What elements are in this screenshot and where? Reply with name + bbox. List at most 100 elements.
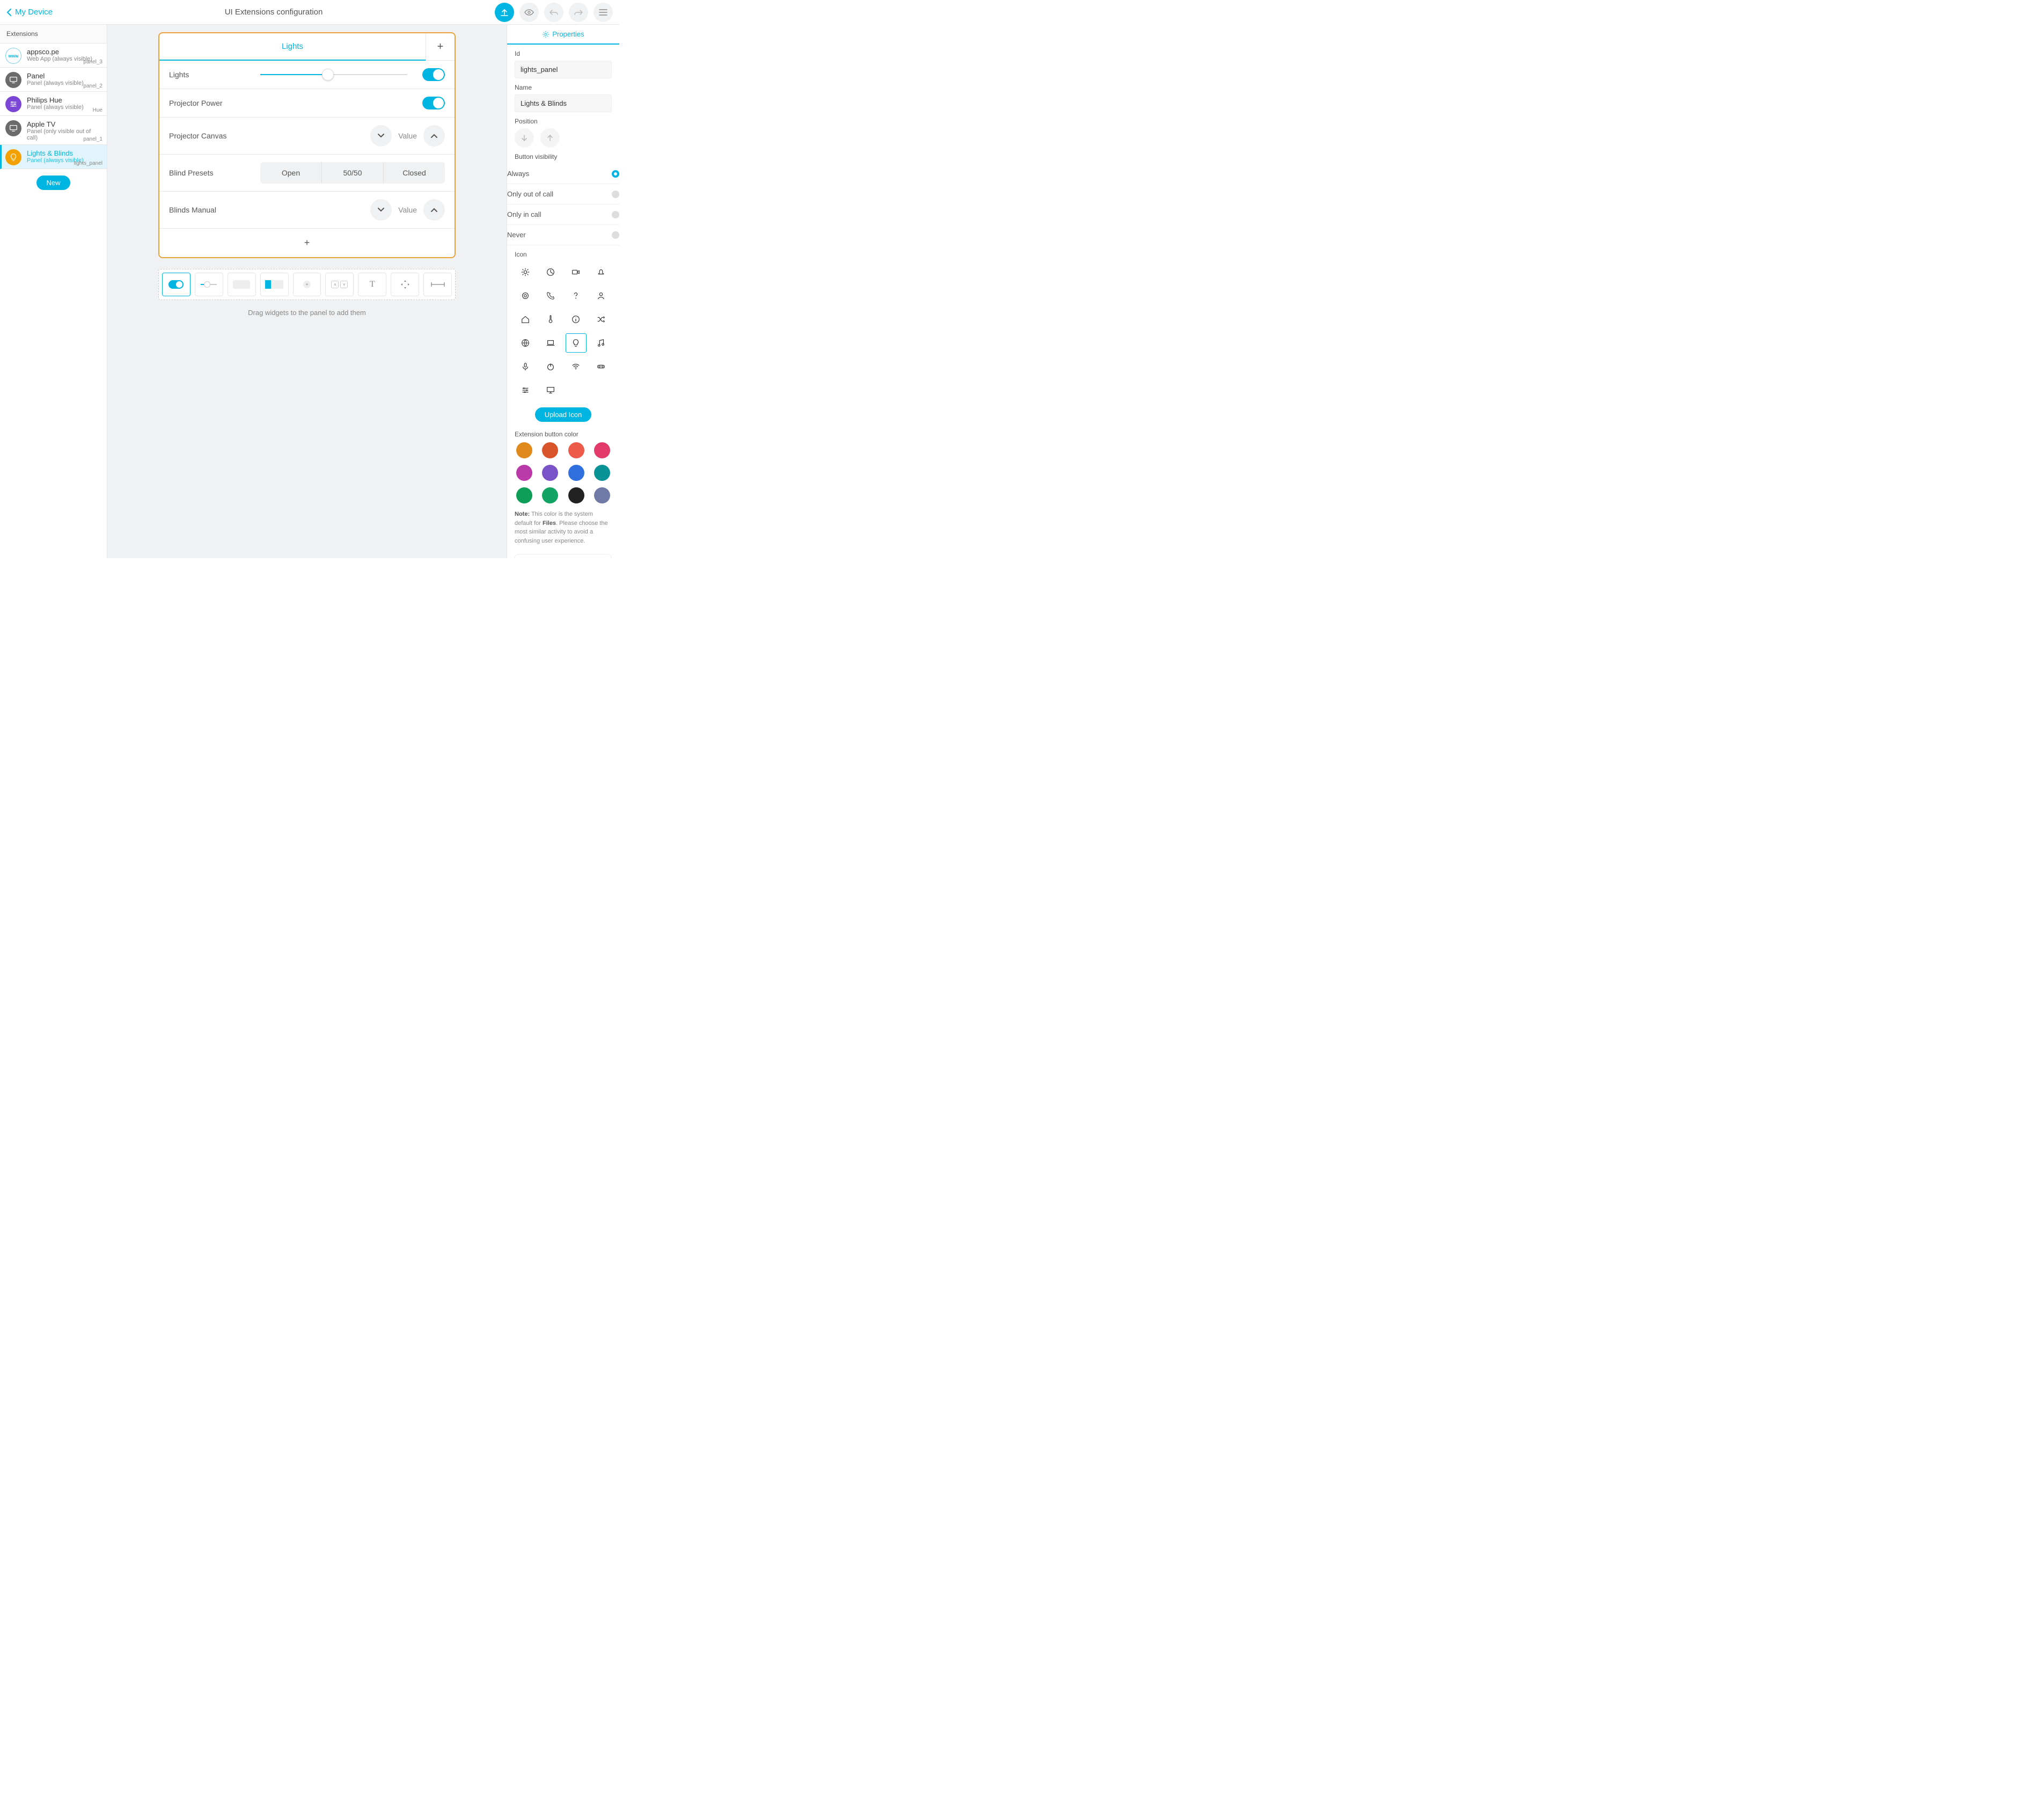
projector-power-toggle[interactable] (422, 97, 445, 109)
icon-option-person[interactable] (591, 286, 612, 305)
color-swatch[interactable] (568, 465, 584, 481)
palette-text[interactable]: T (358, 273, 386, 296)
position-up-button[interactable] (540, 128, 560, 148)
palette-dpad[interactable] (391, 273, 419, 296)
segment-option[interactable]: Closed (384, 162, 445, 184)
color-swatch[interactable] (594, 442, 610, 458)
lights-switch-toggle[interactable] (422, 68, 445, 81)
palette-directional[interactable]: ˄˅ (325, 273, 354, 296)
tab-properties[interactable]: Properties (507, 25, 619, 45)
icon-option-thermo[interactable] (540, 310, 561, 329)
sidebar-item[interactable]: Apple TV Panel (only visible out of call… (0, 116, 107, 145)
icon-option-vmail[interactable] (591, 357, 612, 376)
sidebar-item[interactable]: Lights & Blinds Panel (always visible) l… (0, 145, 107, 169)
page-title: UI Extensions configuration (53, 8, 495, 17)
panel-card[interactable]: Lights + Lights Projector Power (158, 32, 456, 258)
delete-panel-button[interactable]: Delete panel (515, 554, 612, 558)
icon-option-phone[interactable] (540, 286, 561, 305)
icon-option-home[interactable] (515, 310, 536, 329)
color-swatch[interactable] (516, 465, 532, 481)
id-field[interactable] (515, 61, 612, 78)
color-swatch[interactable] (594, 465, 610, 481)
segment-option[interactable]: 50/50 (322, 162, 384, 184)
stepper-increase[interactable] (423, 125, 445, 147)
palette-switch[interactable] (162, 273, 191, 296)
slider-thumb[interactable] (322, 69, 334, 81)
palette-slider[interactable] (195, 273, 223, 296)
icon-option-sliders[interactable] (515, 381, 536, 400)
chevron-left-icon (6, 8, 12, 17)
preview-button[interactable] (519, 3, 539, 22)
slider-track[interactable] (260, 74, 407, 75)
visibility-option[interactable]: Only in call (507, 204, 619, 225)
icon-option-gear[interactable] (515, 262, 536, 282)
sliders-icon (5, 96, 21, 112)
palette-hint: Drag widgets to the panel to add them (248, 309, 366, 317)
panel-tab[interactable]: Lights (159, 33, 426, 61)
back-link[interactable]: My Device (6, 8, 53, 17)
widget-segmented[interactable]: Blind Presets Open50/50Closed (159, 155, 455, 192)
color-swatch[interactable] (568, 487, 584, 503)
widget-stepper[interactable]: Blinds Manual Value (159, 192, 455, 229)
widget-label: Blinds Manual (169, 206, 260, 214)
palette-button[interactable] (228, 273, 256, 296)
color-swatch[interactable] (542, 465, 558, 481)
icon-option-camera[interactable] (566, 262, 587, 282)
sidebar-item[interactable]: Philips Hue Panel (always visible) Hue (0, 92, 107, 116)
color-swatch[interactable] (542, 487, 558, 503)
icon-option-help[interactable] (566, 286, 587, 305)
visibility-option[interactable]: Only out of call (507, 184, 619, 204)
sidebar-item[interactable]: Panel Panel (always visible) panel_2 (0, 68, 107, 92)
radio-icon (612, 191, 619, 198)
sidebar-item-name: Philips Hue (27, 96, 101, 104)
icon-option-power[interactable] (540, 357, 561, 376)
stepper-increase[interactable] (423, 199, 445, 221)
upload-icon-button[interactable]: Upload Icon (535, 407, 591, 422)
color-swatch[interactable] (568, 442, 584, 458)
name-field[interactable] (515, 94, 612, 112)
hamburger-icon (599, 9, 607, 16)
color-swatch[interactable] (516, 487, 532, 503)
visibility-option[interactable]: Always (507, 164, 619, 184)
new-extension-button[interactable]: New (36, 176, 70, 190)
color-swatch[interactable] (594, 487, 610, 503)
palette-spacer[interactable] (423, 273, 452, 296)
icon-option-music[interactable] (591, 333, 612, 353)
sidebar-item-tag: Hue (93, 107, 102, 113)
widget-switch[interactable]: Projector Power (159, 89, 455, 118)
icon-option-mic[interactable] (515, 357, 536, 376)
icon-option-globe[interactable] (515, 333, 536, 353)
icon-option-shuffle[interactable] (591, 310, 612, 329)
color-swatch[interactable] (542, 442, 558, 458)
widget-slider[interactable]: Lights (159, 61, 455, 89)
color-swatch[interactable] (516, 442, 532, 458)
redo-button[interactable] (569, 3, 588, 22)
icon-option-bell[interactable] (591, 262, 612, 282)
palette-segmented[interactable] (260, 273, 289, 296)
add-widget-row[interactable]: + (159, 229, 455, 257)
undo-icon (550, 9, 558, 16)
visibility-option[interactable]: Never (507, 225, 619, 245)
menu-button[interactable] (594, 3, 613, 22)
widget-stepper[interactable]: Projector Canvas Value (159, 118, 455, 155)
icon-option-target[interactable] (515, 286, 536, 305)
icon-option-laptop[interactable] (540, 333, 561, 353)
sidebar-item[interactable]: www appsco.pe Web App (always visible) p… (0, 43, 107, 68)
sidebar-item-subtitle: Panel (always visible) (27, 104, 101, 111)
segment-option[interactable]: Open (260, 162, 322, 184)
icon-option-bulb[interactable] (566, 333, 587, 353)
undo-button[interactable] (544, 3, 563, 22)
icon-option-clock[interactable] (540, 262, 561, 282)
sidebar-item-name: Panel (27, 72, 101, 80)
stepper-decrease[interactable] (370, 125, 392, 147)
chevron-down-icon (377, 133, 385, 138)
upload-config-button[interactable] (495, 3, 514, 22)
add-tab-button[interactable]: + (426, 33, 455, 60)
icon-option-info[interactable] (566, 310, 587, 329)
stepper-decrease[interactable] (370, 199, 392, 221)
position-down-button[interactable] (515, 128, 534, 148)
palette-stepper[interactable]: + (293, 273, 321, 296)
back-label: My Device (15, 8, 53, 17)
icon-option-wifi[interactable] (566, 357, 587, 376)
icon-option-desktop[interactable] (540, 381, 561, 400)
